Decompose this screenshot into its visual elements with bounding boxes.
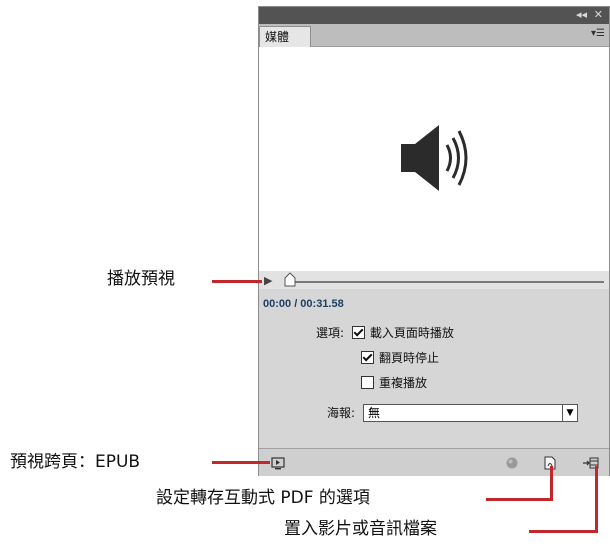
playback-time: 00:00 / 00:31.58 [263,298,344,310]
callout-line-preview-spread [212,461,270,464]
panel-tabbar: 媒體 ▾☰ [259,24,609,47]
callout-line-place-v [595,466,598,533]
callout-line-pdf-v [550,466,553,501]
options-label: 選項: [316,326,345,340]
callout-line-pdf-h [486,498,553,501]
scrubber-track[interactable] [285,281,604,283]
options-row-loop: 重複播放 [361,375,427,391]
callout-line-place-h [529,530,598,533]
scrubber-thumb[interactable] [284,272,296,287]
preview-spread-icon[interactable] [271,456,285,470]
speaker-icon [401,125,468,191]
close-icon[interactable]: ✕ [594,8,603,22]
chevron-down-icon[interactable]: ▼ [562,405,577,421]
callout-interactive-pdf: 設定轉存互動式 PDF 的選項 [156,488,370,508]
autoplay-label: 載入頁面時播放 [369,326,454,340]
callout-play-preview: 播放預視 [107,269,175,289]
options-row-autoplay: 選項: 載入頁面時播放 [316,325,454,341]
tab-media[interactable]: 媒體 [259,26,311,47]
poster-label: 海報: [327,406,356,420]
double-chevron-left-icon[interactable]: ◂◂ [576,8,587,22]
stop-on-turn-checkbox[interactable] [361,351,374,364]
stop-on-turn-label: 翻頁時停止 [379,351,440,365]
loop-checkbox[interactable] [361,376,374,389]
globe-icon [506,457,518,469]
media-preview [259,47,609,271]
callout-line-play-preview [212,280,262,283]
loop-label: 重複播放 [379,376,428,390]
playback-scrubber: ▶ [259,271,609,289]
poster-select[interactable]: 無 ▼ [363,404,578,422]
callout-place-media: 置入影片或音訊檔案 [284,519,437,539]
panel-menu-icon[interactable]: ▾☰ [591,28,605,39]
callout-preview-spread: 預視跨頁：EPUB [10,452,141,472]
panel-titlebar: ◂◂ ✕ [259,7,609,24]
panel-bottom-bar [259,448,609,476]
media-panel: ◂◂ ✕ 媒體 ▾☰ ▶ 00:00 / 00:31.58 選項: 載入頁面時播… [258,6,610,476]
options-row-stop: 翻頁時停止 [361,350,439,366]
play-icon[interactable]: ▶ [264,274,272,287]
autoplay-checkbox[interactable] [351,326,365,339]
poster-value: 無 [368,406,381,420]
